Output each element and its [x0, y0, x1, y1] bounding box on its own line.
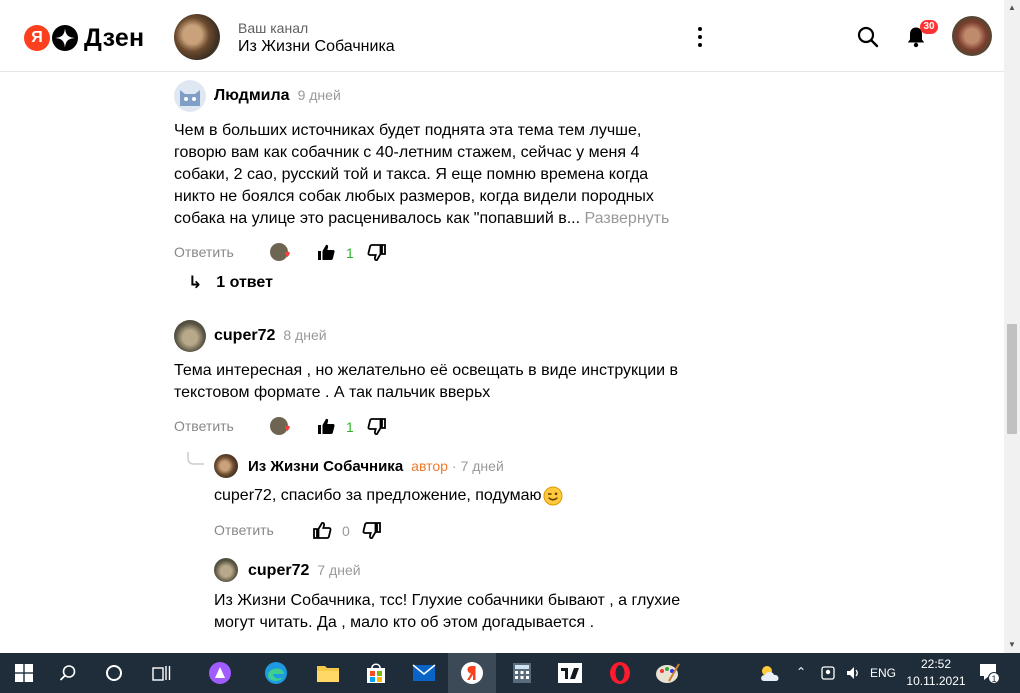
- opera-icon: [610, 662, 630, 684]
- zen-logo[interactable]: Я Дзен: [24, 24, 144, 52]
- windows-taskbar: ⌃ ENG 22:52 10.11.2021 1: [0, 653, 1020, 693]
- reply-button[interactable]: Ответить: [174, 244, 234, 260]
- folder-icon: [317, 666, 339, 682]
- windows-logo-icon: [15, 664, 33, 682]
- like-icon[interactable]: [312, 520, 332, 540]
- reply-text: Из Жизни Собачника, тсс! Глухие собачник…: [214, 592, 681, 631]
- taskbar-opera[interactable]: [596, 653, 644, 693]
- like-count: 1: [346, 419, 354, 435]
- dislike-icon[interactable]: [367, 243, 387, 263]
- channel-avatar[interactable]: [174, 14, 220, 60]
- reply-time: 7 дней: [460, 458, 504, 474]
- separator-dot: ·: [451, 458, 457, 474]
- reply-author-avatar[interactable]: [214, 454, 238, 478]
- comment-actions: Ответить: [174, 416, 234, 436]
- taskbar-mail[interactable]: [400, 653, 448, 693]
- page: Я Дзен Ваш канал Из Жизни Собачника 30 Л…: [0, 0, 1020, 693]
- taskbar-store[interactable]: [352, 653, 400, 693]
- dislike-icon[interactable]: [367, 417, 387, 437]
- replies-count-label: 1 ответ: [216, 274, 273, 291]
- edge-icon: [265, 662, 287, 684]
- like-icon[interactable]: [316, 242, 336, 262]
- task-view-button[interactable]: [138, 653, 186, 693]
- action-center-count: 1: [988, 672, 1000, 684]
- like-icon[interactable]: [316, 416, 336, 436]
- comment-author[interactable]: cuper72: [214, 327, 275, 345]
- liked-by-author-icon: [270, 243, 290, 261]
- comment-time: 9 дней: [297, 87, 341, 103]
- page-scrollbar[interactable]: ▲ ▼: [1004, 0, 1020, 653]
- like-count: 0: [342, 523, 350, 539]
- author-badge: автор: [411, 458, 448, 474]
- like-count: 1: [346, 245, 354, 261]
- search-icon[interactable]: [856, 25, 880, 49]
- commenter-avatar[interactable]: [174, 80, 206, 112]
- action-center-button[interactable]: 1: [978, 662, 1000, 684]
- store-icon: [367, 663, 385, 683]
- language-indicator[interactable]: ENG: [870, 666, 896, 680]
- taskbar-yandex-browser[interactable]: [448, 653, 496, 693]
- more-menu-icon[interactable]: [690, 24, 710, 50]
- thread-connector: [187, 452, 204, 465]
- comment-time: 8 дней: [283, 327, 327, 343]
- reply-author-avatar[interactable]: [214, 558, 238, 582]
- clock-date: 10.11.2021: [906, 674, 966, 688]
- scrollbar-thumb[interactable]: [1007, 324, 1017, 434]
- expand-link[interactable]: Развернуть: [585, 210, 670, 227]
- show-replies-button[interactable]: ↳ 1 ответ: [188, 273, 273, 293]
- clock-time: 22:52: [920, 657, 952, 671]
- reply-body: cuper72, спасибо за предложение, подумаю: [214, 487, 542, 504]
- comment-actions: Ответить: [174, 242, 234, 262]
- alice-icon: [209, 662, 231, 684]
- comment-text: Чем в больших источниках будет поднята э…: [174, 120, 674, 230]
- calculator-icon: [513, 663, 531, 683]
- taskbar-paint[interactable]: [644, 653, 692, 693]
- tradingview-icon: [558, 663, 582, 683]
- volume-icon[interactable]: [845, 665, 861, 681]
- weather-icon[interactable]: [758, 663, 782, 683]
- cortana-button[interactable]: [90, 653, 138, 693]
- reply-text: cuper72, спасибо за предложение, подумаю: [214, 485, 563, 507]
- comment-body: Чем в больших источниках будет поднята э…: [174, 122, 654, 227]
- start-button[interactable]: [0, 653, 48, 693]
- taskbar-tradingview[interactable]: [546, 653, 594, 693]
- reply-arrow-icon: ↳: [188, 273, 203, 292]
- commenter-avatar[interactable]: [174, 320, 206, 352]
- wink-emoji-icon: [543, 486, 563, 506]
- zen-star-icon: [52, 25, 78, 51]
- reply-author[interactable]: cuper72: [248, 562, 309, 580]
- reply-time: 7 дней: [317, 562, 361, 578]
- yandex-browser-icon: [461, 662, 483, 684]
- reply-button[interactable]: Ответить: [214, 522, 274, 538]
- reply-button[interactable]: Ответить: [174, 418, 234, 434]
- dislike-icon[interactable]: [362, 521, 382, 541]
- search-icon: [59, 665, 76, 681]
- reply-actions: Ответить: [214, 520, 274, 540]
- top-header: Я Дзен Ваш канал Из Жизни Собачника 30: [0, 0, 1004, 72]
- user-avatar[interactable]: [952, 16, 992, 56]
- taskbar-calculator[interactable]: [498, 653, 546, 693]
- task-view-icon: [152, 666, 171, 681]
- notifications-badge: 30: [920, 20, 938, 34]
- cortana-icon: [106, 665, 122, 681]
- channel-title[interactable]: Из Жизни Собачника: [238, 38, 395, 56]
- mail-icon: [412, 664, 436, 681]
- taskbar-edge[interactable]: [252, 653, 300, 693]
- paint-icon: [656, 663, 680, 683]
- taskbar-explorer[interactable]: [304, 653, 352, 693]
- channel-subtitle: Ваш канал: [238, 20, 309, 36]
- taskbar-clock[interactable]: 22:52 10.11.2021: [906, 656, 966, 690]
- scroll-up-arrow-icon[interactable]: ▲: [1004, 0, 1020, 16]
- scroll-down-arrow-icon[interactable]: ▼: [1004, 637, 1020, 653]
- liked-by-author-icon: [270, 417, 290, 435]
- zen-logo-text: Дзен: [84, 23, 145, 52]
- yandex-logo-icon: Я: [24, 25, 50, 51]
- taskbar-search[interactable]: [44, 653, 92, 693]
- comment-author[interactable]: Людмила: [214, 87, 290, 105]
- reply-author[interactable]: Из Жизни Собачника: [248, 458, 403, 475]
- comment-text: Тема интересная , но желательно её освещ…: [174, 362, 679, 401]
- taskbar-alice[interactable]: [196, 653, 244, 693]
- tray-chevron-icon[interactable]: ⌃: [796, 665, 806, 679]
- people-icon[interactable]: [820, 665, 836, 681]
